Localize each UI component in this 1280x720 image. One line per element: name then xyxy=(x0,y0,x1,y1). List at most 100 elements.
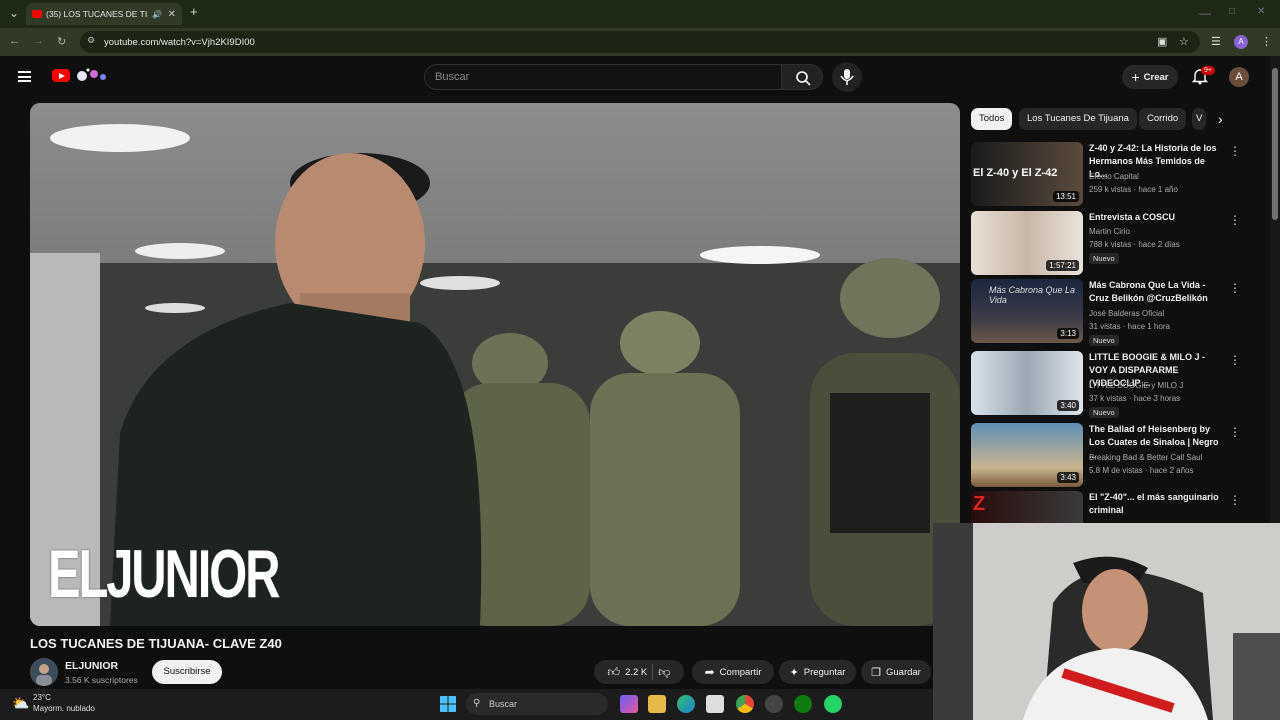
tab-search-icon[interactable]: ⌄ xyxy=(9,6,19,20)
recommendation-item[interactable]: Z El "Z-40"... el más sanguinario crimin… xyxy=(971,491,1251,523)
weather-icon[interactable]: ⛅ xyxy=(12,695,29,712)
close-tab-icon[interactable]: ✕ xyxy=(168,9,176,20)
site-info-icon[interactable]: ⚙ xyxy=(87,35,95,46)
recommendation-title[interactable]: Más Cabrona Que La Vida - Cruz Belikón @… xyxy=(1089,279,1224,305)
recommendation-channel[interactable]: José Balderas Oficial xyxy=(1089,309,1164,318)
recommendation-channel[interactable]: Breaking Bad & Better Call Saul xyxy=(1089,453,1202,462)
obs-icon[interactable] xyxy=(765,695,783,713)
channel-name[interactable]: ELJUNIOR xyxy=(65,660,118,672)
chrome-icon[interactable] xyxy=(736,695,754,713)
webcam-overlay xyxy=(933,523,1280,720)
share-button[interactable]: ➦ Compartir xyxy=(692,660,774,684)
taskbar-search-label: Buscar xyxy=(489,699,518,709)
ask-button[interactable]: ✦ Preguntar xyxy=(779,660,856,684)
thumbs-up-icon: 👍︎ xyxy=(607,664,621,679)
recommendation-item[interactable]: 1:57:21 Entrevista a COSCU Martin Cirio … xyxy=(971,211,1251,275)
recommendation-thumbnail[interactable]: 1:57:21 xyxy=(971,211,1083,275)
video-duration: 3:13 xyxy=(1057,328,1079,339)
file-explorer-icon[interactable] xyxy=(648,695,666,713)
recommendation-title[interactable]: Entrevista a COSCU xyxy=(1089,211,1224,224)
subscribe-button[interactable]: Suscribirse xyxy=(152,660,222,684)
like-dislike-group: 👍︎ 2.2 K 👎︎ xyxy=(594,660,684,684)
create-label: Crear xyxy=(1143,71,1169,83)
recommendation-thumbnail[interactable]: Más Cabrona Que La Vida 3:13 xyxy=(971,279,1083,343)
recommendation-channel[interactable]: Efecto Capital xyxy=(1089,172,1139,181)
profile-avatar[interactable]: A xyxy=(1234,35,1248,49)
reload-icon[interactable]: ↻ xyxy=(57,35,66,48)
chips-next-arrow-icon[interactable]: › xyxy=(1218,111,1223,127)
browser-tab[interactable]: (35) LOS TUCANES DE TIJUA 🔊 ✕ xyxy=(26,3,182,25)
copilot-icon[interactable] xyxy=(620,695,638,713)
voice-search-button[interactable] xyxy=(832,62,862,92)
dislike-button[interactable]: 👎︎ xyxy=(658,665,670,680)
save-button[interactable]: ❐ Guardar xyxy=(861,660,931,684)
browser-menu-icon[interactable]: ⋮ xyxy=(1261,35,1272,48)
video-duration: 13:51 xyxy=(1052,191,1079,202)
video-player[interactable]: ELJUNIOR xyxy=(30,103,960,626)
share-icon: ➦ xyxy=(704,665,715,679)
chip-corrido[interactable]: Corrido xyxy=(1139,108,1187,130)
recommendation-thumbnail[interactable]: El Z-40 y El Z-42 13:51 xyxy=(971,142,1083,206)
video-duration: 3:40 xyxy=(1057,400,1079,411)
search-input[interactable]: Buscar xyxy=(424,64,782,90)
maximize-icon[interactable]: □ xyxy=(1229,6,1235,17)
video-title: LOS TUCANES DE TIJUANA- CLAVE Z40 xyxy=(30,636,282,651)
scrollbar-thumb[interactable] xyxy=(1272,68,1278,220)
share-label: Compartir xyxy=(719,666,762,678)
weather-description[interactable]: Mayorm. nublado xyxy=(33,704,95,713)
store-icon[interactable] xyxy=(706,695,724,713)
youtube-header: Buscar + Crear 9+ A xyxy=(0,56,1270,100)
xbox-icon[interactable] xyxy=(794,695,812,713)
channel-avatar-image xyxy=(30,658,58,686)
audio-icon[interactable]: 🔊 xyxy=(152,10,162,19)
taskbar-search-icon: ⚲ xyxy=(473,698,481,709)
bookmark-star-icon[interactable]: ☆ xyxy=(1179,35,1189,48)
menu-icon[interactable] xyxy=(18,71,31,82)
more-options-icon[interactable]: ⋮ xyxy=(1229,425,1241,439)
recommendation-thumbnail[interactable]: Z xyxy=(971,491,1083,523)
recommendation-channel[interactable]: LITTLE BOOGIE y MILO J xyxy=(1089,381,1183,390)
create-button[interactable]: + Crear xyxy=(1122,65,1178,89)
install-app-icon[interactable]: ▣ xyxy=(1157,35,1167,48)
back-icon[interactable]: ← xyxy=(9,35,20,47)
recommendation-item[interactable]: 3:43 The Ballad of Heisenberg by Los Cua… xyxy=(971,423,1251,487)
windows-start-icon[interactable] xyxy=(440,696,456,712)
windows-taskbar: ⛅ 23°C Mayorm. nublado ⚲ Buscar xyxy=(0,689,933,720)
browser-toolbar: ← → ↻ ⚙ youtube.com/watch?v=Vjh2KI9DI00 … xyxy=(0,28,1280,56)
search-button[interactable] xyxy=(781,64,823,90)
recommendation-channel[interactable]: Martin Cirio xyxy=(1089,227,1130,236)
recommendation-title[interactable]: El "Z-40"... el más sanguinario criminal xyxy=(1089,491,1224,517)
more-options-icon[interactable]: ⋮ xyxy=(1229,353,1241,367)
more-options-icon[interactable]: ⋮ xyxy=(1229,213,1241,227)
close-window-icon[interactable]: ✕ xyxy=(1257,6,1265,17)
youtube-logo-icon[interactable] xyxy=(52,69,70,82)
whatsapp-icon[interactable] xyxy=(824,695,842,713)
chip-los-tucanes[interactable]: Los Tucanes De Tijuana xyxy=(1019,108,1137,130)
more-options-icon[interactable]: ⋮ xyxy=(1229,281,1241,295)
channel-avatar[interactable] xyxy=(30,658,58,686)
forward-icon[interactable]: → xyxy=(33,35,44,47)
address-bar[interactable]: ⚙ youtube.com/watch?v=Vjh2KI9DI00 xyxy=(80,31,1200,53)
minimize-icon[interactable]: — xyxy=(1199,6,1211,20)
more-options-icon[interactable]: ⋮ xyxy=(1229,144,1241,158)
tab-menu-icon[interactable]: ☰ xyxy=(1211,35,1221,48)
edge-browser-icon[interactable] xyxy=(677,695,695,713)
recommendation-thumbnail[interactable]: 3:43 xyxy=(971,423,1083,487)
notifications-badge: 9+ xyxy=(1201,66,1215,75)
chip-partial[interactable]: V xyxy=(1192,108,1206,130)
weather-temperature[interactable]: 23°C xyxy=(33,693,51,702)
chip-todos[interactable]: Todos xyxy=(971,108,1013,130)
recommendation-item[interactable]: 3:40 LITTLE BOOGIE & MILO J - VOY A DISP… xyxy=(971,351,1251,418)
more-options-icon[interactable]: ⋮ xyxy=(1229,493,1241,507)
recommendation-thumbnail[interactable]: 3:40 xyxy=(971,351,1083,415)
recommendation-item[interactable]: El Z-40 y El Z-42 13:51 Z-40 y Z-42: La … xyxy=(971,142,1251,206)
thumbnail-text: Z xyxy=(973,493,986,515)
plus-icon: + xyxy=(1131,69,1140,85)
recommendation-item[interactable]: Más Cabrona Que La Vida 3:13 Más Cabrona… xyxy=(971,279,1251,346)
like-button[interactable]: 👍︎ 2.2 K xyxy=(608,665,648,680)
account-avatar[interactable]: A xyxy=(1229,67,1249,87)
doodle-icon[interactable] xyxy=(74,66,108,84)
taskbar-search[interactable]: ⚲ Buscar xyxy=(466,693,608,715)
url-text: youtube.com/watch?v=Vjh2KI9DI00 xyxy=(104,36,255,48)
new-tab-icon[interactable]: + xyxy=(190,4,198,19)
